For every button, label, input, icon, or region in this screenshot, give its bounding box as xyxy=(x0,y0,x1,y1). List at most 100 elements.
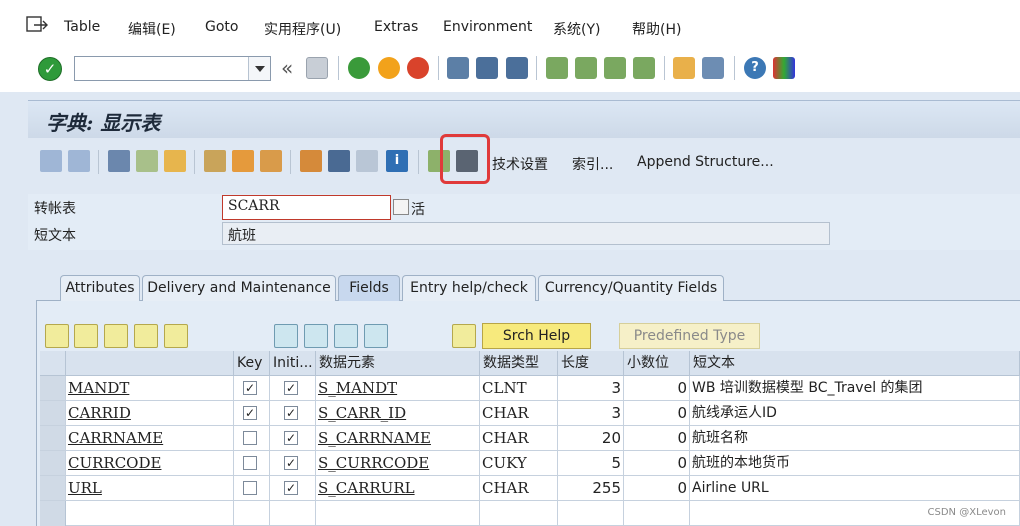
next-page-icon[interactable] xyxy=(604,57,626,79)
display-change-icon[interactable] xyxy=(108,150,130,172)
enter-check-icon[interactable]: ✓ xyxy=(38,57,62,81)
indexes-button[interactable]: 索引... xyxy=(572,154,613,174)
cancel-icon[interactable] xyxy=(407,57,429,79)
copy-row-icon[interactable] xyxy=(74,324,98,348)
data-element-cell[interactable]: S_CARRNAME xyxy=(316,426,480,451)
command-field[interactable] xyxy=(74,56,271,81)
empty-cell[interactable] xyxy=(66,501,234,526)
tab-attributes[interactable]: Attributes xyxy=(60,275,140,301)
back-arrow-icon[interactable] xyxy=(40,150,62,172)
empty-cell[interactable] xyxy=(624,501,690,526)
menu-table[interactable]: Table xyxy=(64,19,100,35)
technical-settings-button[interactable]: 技术设置 xyxy=(492,154,548,174)
predefined-type-button[interactable]: Predefined Type xyxy=(619,323,760,349)
tab-currency-quantity[interactable]: Currency/Quantity Fields xyxy=(538,275,724,301)
field-name-cell[interactable]: CARRID xyxy=(66,401,234,426)
length-cell[interactable]: 3 xyxy=(558,401,624,426)
length-cell[interactable]: 3 xyxy=(558,376,624,401)
initial-checkbox[interactable]: ✓ xyxy=(284,456,298,470)
data-element-cell[interactable]: S_CARRURL xyxy=(316,476,480,501)
empty-cell[interactable] xyxy=(270,501,316,526)
length-cell[interactable]: 20 xyxy=(558,426,624,451)
insert-row-icon[interactable] xyxy=(134,324,158,348)
table-icon[interactable] xyxy=(356,150,378,172)
shortcut-icon[interactable] xyxy=(702,57,724,79)
delete-row-icon[interactable] xyxy=(164,324,188,348)
row-selector[interactable] xyxy=(40,476,66,501)
empty-cell[interactable] xyxy=(316,501,480,526)
column-header-decimals[interactable]: 小数位 xyxy=(624,351,690,376)
tab-delivery-maintenance[interactable]: Delivery and Maintenance xyxy=(142,275,336,301)
decimals-cell[interactable]: 0 xyxy=(624,451,690,476)
page-icon[interactable] xyxy=(334,324,358,348)
initial-checkbox[interactable]: ✓ xyxy=(284,481,298,495)
length-cell[interactable]: 255 xyxy=(558,476,624,501)
back-icon[interactable] xyxy=(348,57,370,79)
field-name-cell[interactable]: CARRNAME xyxy=(66,426,234,451)
append-structure-button[interactable]: Append Structure... xyxy=(637,154,774,170)
field-name-cell[interactable]: URL xyxy=(66,476,234,501)
decimals-cell[interactable]: 0 xyxy=(624,401,690,426)
menu-goto[interactable]: Goto xyxy=(205,19,238,35)
info-icon[interactable]: i xyxy=(386,150,408,172)
menu-edit[interactable]: 编辑(E) xyxy=(128,19,176,39)
column-header-short-text[interactable]: 短文本 xyxy=(690,351,1020,376)
key-checkbox[interactable] xyxy=(243,481,257,495)
other-object-icon[interactable] xyxy=(136,150,158,172)
row-selector[interactable] xyxy=(40,401,66,426)
copy-icon[interactable] xyxy=(393,199,409,215)
help-icon[interactable]: ? xyxy=(744,57,766,79)
object-list-icon[interactable] xyxy=(328,150,350,172)
empty-cell[interactable] xyxy=(480,501,558,526)
srch-help-button[interactable]: Srch Help xyxy=(482,323,591,349)
field-name-cell[interactable]: CURRCODE xyxy=(66,451,234,476)
data-element-cell[interactable]: S_CURRCODE xyxy=(316,451,480,476)
menu-utilities[interactable]: 实用程序(U) xyxy=(264,19,341,39)
initial-checkbox[interactable]: ✓ xyxy=(284,431,298,445)
menu-system[interactable]: 系统(Y) xyxy=(553,19,600,39)
top-icon[interactable] xyxy=(304,324,328,348)
magic-wand-icon[interactable] xyxy=(232,150,254,172)
menu-help[interactable]: 帮助(H) xyxy=(632,19,681,39)
column-header-data-type[interactable]: 数据类型 xyxy=(480,351,558,376)
column-header-length[interactable]: 长度 xyxy=(558,351,624,376)
data-type-cell[interactable]: CHAR xyxy=(480,401,558,426)
chevron-down-icon[interactable] xyxy=(248,57,270,80)
menu-extras[interactable]: Extras xyxy=(374,19,418,35)
data-type-cell[interactable]: CHAR xyxy=(480,476,558,501)
column-header-initial[interactable]: Initi... xyxy=(270,351,316,376)
filter-icon[interactable] xyxy=(274,324,298,348)
row-selector[interactable] xyxy=(40,451,66,476)
empty-cell[interactable] xyxy=(558,501,624,526)
forward-arrow-icon[interactable] xyxy=(68,150,90,172)
short-text-cell[interactable]: Airline URL xyxy=(690,476,1020,501)
initial-checkbox[interactable]: ✓ xyxy=(284,406,298,420)
paste-icon[interactable] xyxy=(104,324,128,348)
decimals-cell[interactable]: 0 xyxy=(624,376,690,401)
customize-layout-icon[interactable] xyxy=(773,57,795,79)
find-next-icon[interactable] xyxy=(506,57,528,79)
decimals-cell[interactable]: 0 xyxy=(624,426,690,451)
print-icon[interactable] xyxy=(447,57,469,79)
short-text-cell[interactable]: 航班名称 xyxy=(690,426,1020,451)
bottom-icon[interactable] xyxy=(364,324,388,348)
key-checkbox[interactable] xyxy=(243,431,257,445)
where-used-icon[interactable] xyxy=(260,150,282,172)
cut-icon[interactable] xyxy=(45,324,69,348)
data-element-cell[interactable]: S_CARR_ID xyxy=(316,401,480,426)
table-name-field[interactable]: SCARR xyxy=(222,195,391,220)
key-checkbox[interactable]: ✓ xyxy=(243,381,257,395)
key-checkbox[interactable]: ✓ xyxy=(243,406,257,420)
menu-environment[interactable]: Environment xyxy=(443,19,532,35)
exit-icon[interactable] xyxy=(378,57,400,79)
tab-entry-help[interactable]: Entry help/check xyxy=(402,275,536,301)
data-type-cell[interactable]: CLNT xyxy=(480,376,558,401)
short-text-cell[interactable]: WB 培训数据模型 BC_Travel 的集团 xyxy=(690,376,1020,401)
key-checkbox[interactable] xyxy=(243,456,257,470)
tab-fields[interactable]: Fields xyxy=(338,275,400,301)
row-selector[interactable] xyxy=(40,426,66,451)
key-icon[interactable] xyxy=(452,324,476,348)
find-icon[interactable] xyxy=(476,57,498,79)
collapse-icon[interactable]: « xyxy=(281,56,293,80)
data-type-cell[interactable]: CUKY xyxy=(480,451,558,476)
